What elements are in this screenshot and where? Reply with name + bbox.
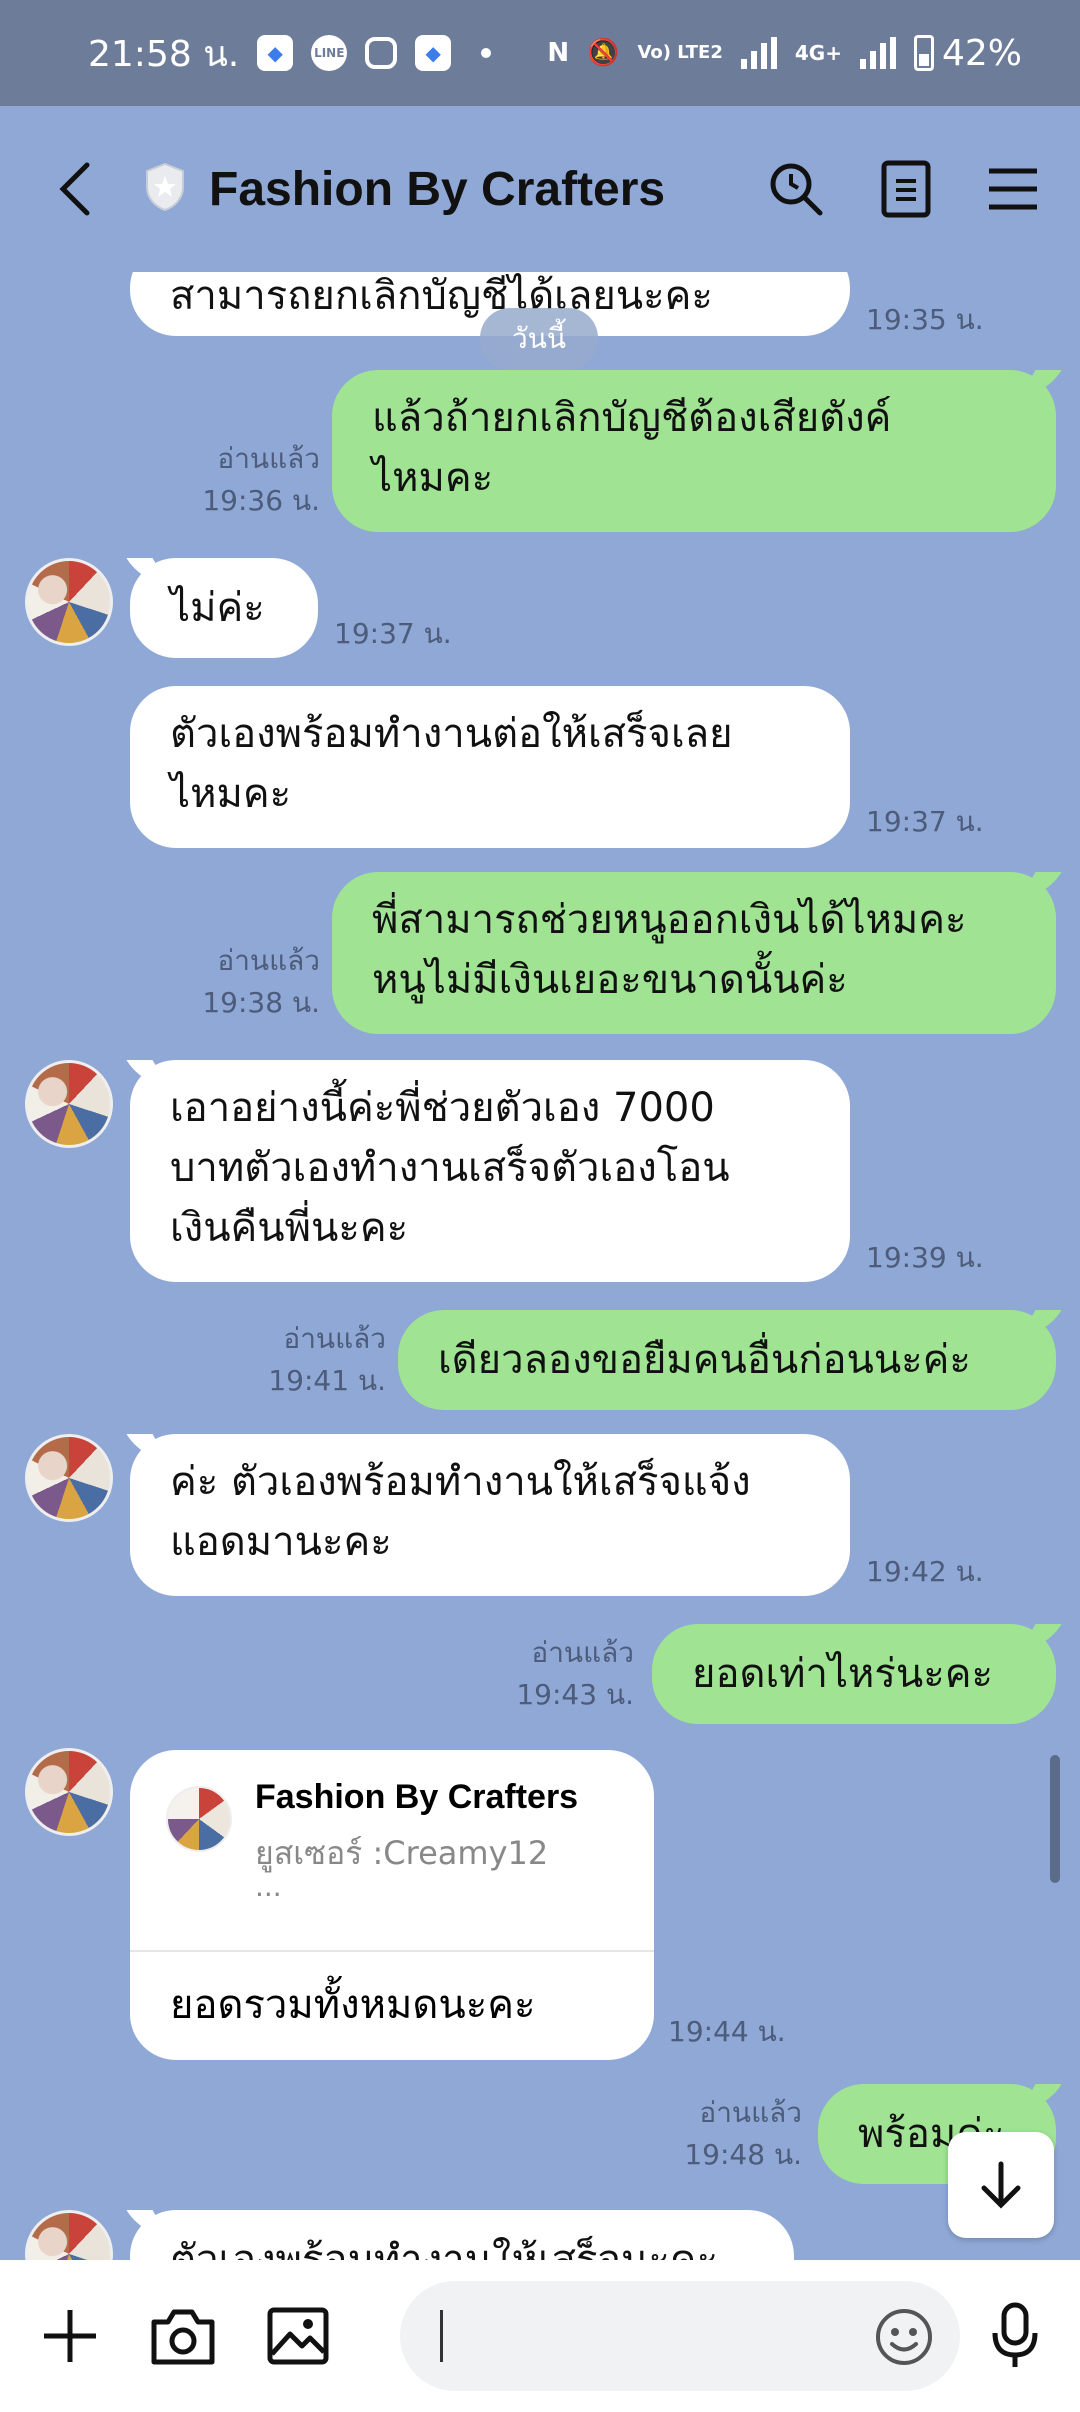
scroll-to-bottom-button[interactable] (948, 2132, 1054, 2238)
message-bubble-outgoing[interactable]: เดียวลองขอยืมคนอื่นก่อนนะค่ะ (398, 1310, 1056, 1410)
card-ellipsis: ... (255, 1870, 282, 1903)
card-avatar (166, 1786, 232, 1852)
message-meta: อ่านแล้ว 19:36 น. (190, 438, 320, 522)
read-receipt: อ่านแล้ว (283, 1322, 386, 1355)
avatar[interactable] (25, 558, 113, 646)
message-text-line: ตัวเองพร้อมทำงานต่อให้เสร็จเลย (170, 711, 733, 757)
line-app-icon: LINE (311, 35, 348, 71)
message-text: ยอดเท่าไหร่นะคะ (692, 1651, 993, 1697)
message-bubble-outgoing[interactable]: พี่สามารถช่วยหนูออกเงินได้ไหมคะ หนูไม่มี… (332, 872, 1056, 1034)
message-text-line: ค่ะ ตัวเองพร้อมทำงานให้เสร็จแจ้ง (170, 1459, 751, 1505)
battery-icon (913, 35, 934, 71)
message-text-line: พี่สามารถช่วยหนูออกเงินได้ไหมคะ (372, 897, 967, 943)
message-meta: อ่านแล้ว 19:41 น. (256, 1318, 386, 1402)
scrollbar-thumb[interactable] (1050, 1755, 1060, 1883)
message-text-line: แล้วถ้ายกเลิกบัญชีต้องเสียตังค์ (372, 395, 892, 441)
message-bubble-incoming[interactable]: เอาอย่างนี้ค่ะพี่ช่วยตัวเอง 7000 บาทตัวเ… (130, 1060, 850, 1282)
message-text-line: แอดมานะคะ (170, 1519, 392, 1565)
message-text-line: บาทตัวเองทำงานเสร็จตัวเองโอน (170, 1145, 730, 1191)
plus-icon[interactable] (40, 2306, 100, 2366)
shield-icon (143, 162, 187, 216)
message-input[interactable] (400, 2281, 960, 2391)
signal-icon (740, 37, 777, 69)
message-meta: อ่านแล้ว 19:48 น. (672, 2092, 802, 2176)
message-bubble-outgoing[interactable]: ยอดเท่าไหร่นะคะ (652, 1624, 1056, 1724)
text-cursor (440, 2310, 443, 2362)
more-notifications-dot (481, 48, 492, 58)
emoji-icon[interactable] (874, 2307, 934, 2371)
message-text-line: ไหมคะ (170, 771, 292, 817)
message-meta: อ่านแล้ว 19:38 น. (190, 940, 320, 1024)
message-text: เดียวลองขอยืมคนอื่นก่อนนะค่ะ (438, 1337, 971, 1383)
read-receipt: อ่านแล้ว (217, 944, 320, 977)
back-arrow-icon[interactable] (55, 159, 95, 219)
message-time: 19:44 น. (668, 2015, 786, 2048)
camera-icon[interactable] (150, 2306, 216, 2366)
messenger-app-icon-2: ◆ (415, 35, 452, 71)
read-receipt: อ่านแล้ว (699, 2096, 802, 2129)
message-time: 19:48 น. (684, 2138, 802, 2171)
network-type-icon: 4G+ (794, 41, 842, 65)
message-text: ตัวเองพร้อมทำงานให้เสร็จนะคะ (170, 2237, 719, 2260)
message-time: 19:42 น. (866, 1555, 984, 1588)
message-time: 19:38 น. (202, 986, 320, 1019)
signal-icon-2 (859, 37, 896, 69)
card-text: ยอดรวมทั้งหมดนะคะ (170, 1982, 536, 2028)
message-time: 19:39 น. (866, 1241, 984, 1274)
read-receipt: อ่านแล้ว (217, 442, 320, 475)
battery-percent: 42% (941, 32, 1022, 74)
card-username: ยูสเซอร์ :Creamy12 (255, 1834, 549, 1872)
avatar[interactable] (25, 1060, 113, 1148)
status-time: 21:58 น. (88, 33, 240, 75)
message-bubble-incoming[interactable]: ไม่ค่ะ (130, 558, 318, 658)
message-time: 19:35 น. (866, 303, 984, 336)
image-icon[interactable] (266, 2306, 330, 2366)
read-receipt: อ่านแล้ว (531, 1636, 634, 1669)
message-text-line: เงินคืนพี่นะคะ (170, 1205, 409, 1251)
avatar[interactable] (25, 1748, 113, 1836)
message-time: 19:37 น. (866, 805, 984, 838)
message-time: 19:37 น. (334, 617, 452, 650)
notes-icon[interactable] (880, 159, 932, 219)
chat-header: Fashion By Crafters (0, 106, 1080, 272)
message-bubble-incoming[interactable]: ค่ะ ตัวเองพร้อมทำงานให้เสร็จแจ้ง แอดมานะ… (130, 1434, 850, 1596)
messenger-app-icon: ◆ (257, 35, 294, 71)
message-text: สามารถยกเลิกบัญชีได้เลยนะคะ (170, 273, 713, 319)
instagram-app-icon (365, 37, 398, 69)
message-time: 19:43 น. (516, 1678, 634, 1711)
message-meta: อ่านแล้ว 19:43 น. (504, 1632, 634, 1716)
message-bubble-incoming[interactable]: ตัวเองพร้อมทำงานต่อให้เสร็จเลย ไหมคะ (130, 686, 850, 848)
search-icon[interactable] (766, 159, 826, 219)
card-contact-name: Fashion By Crafters (255, 1778, 579, 1816)
nfc-icon: N (547, 38, 570, 68)
volte-icon: Vo) LTE2 (637, 42, 723, 63)
message-text-line: เอาอย่างนี้ค่ะพี่ช่วยตัวเอง 7000 (170, 1085, 715, 1131)
message-text-line: หนูไม่มีเงินเยอะขนาดนั้นค่ะ (372, 957, 848, 1003)
message-text-line: ไหมคะ (372, 455, 494, 501)
date-chip: วันนี้ (480, 308, 598, 370)
menu-icon[interactable] (986, 166, 1040, 212)
contact-card-message[interactable]: Fashion By Crafters ยูสเซอร์ :Creamy12 .… (130, 1750, 654, 2060)
chat-messages[interactable]: สามารถยกเลิกบัญชีได้เลยนะคะ 19:35 น. วัน… (0, 272, 1080, 2260)
message-composer (0, 2260, 1080, 2412)
avatar[interactable] (25, 1434, 113, 1522)
mute-icon: 🔕 (587, 38, 620, 68)
status-bar: 21:58 น. ◆ LINE ◆ N 🔕 Vo) LTE2 4G+ 42% (0, 0, 1080, 106)
arrow-down-icon (981, 2161, 1021, 2209)
message-text: ไม่ค่ะ (170, 585, 265, 631)
message-bubble-outgoing[interactable]: แล้วถ้ายกเลิกบัญชีต้องเสียตังค์ ไหมคะ (332, 370, 1056, 532)
card-divider (130, 1950, 654, 1952)
message-time: 19:41 น. (268, 1364, 386, 1397)
message-time: 19:36 น. (202, 484, 320, 517)
chat-title: Fashion By Crafters (209, 162, 666, 216)
avatar[interactable] (25, 2210, 113, 2260)
microphone-icon[interactable] (990, 2301, 1040, 2371)
message-bubble-incoming[interactable]: ตัวเองพร้อมทำงานให้เสร็จนะคะ (130, 2210, 794, 2260)
